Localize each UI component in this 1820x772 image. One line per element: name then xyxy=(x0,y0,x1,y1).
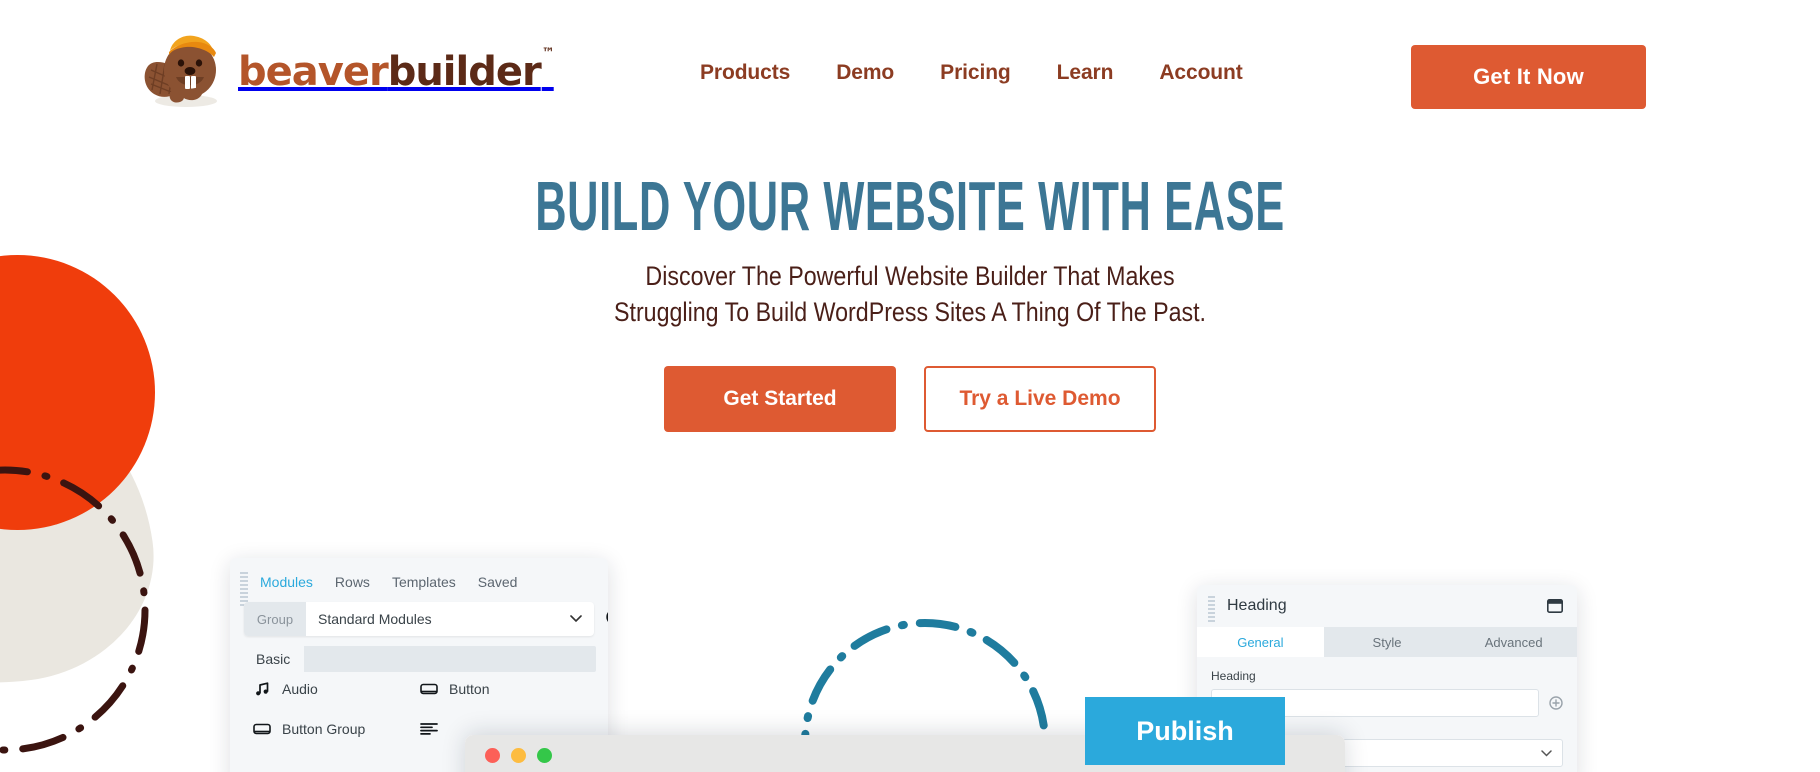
main-navigation: Products Demo Pricing Learn Account xyxy=(700,58,1243,88)
hero-subtitle: Discover The Powerful Website Builder Th… xyxy=(127,258,1692,331)
plus-circle-icon[interactable] xyxy=(1549,696,1563,710)
chevron-down-icon xyxy=(1541,749,1552,757)
section-label-basic[interactable]: Basic xyxy=(242,646,305,672)
traffic-light-minimize-icon[interactable] xyxy=(511,747,526,763)
tab-rows[interactable]: Rows xyxy=(335,574,392,590)
traffic-light-close-icon[interactable] xyxy=(485,747,500,763)
traffic-light-maximize-icon[interactable] xyxy=(537,747,552,763)
text-lines-icon xyxy=(419,720,439,738)
decorative-dashed-circle-brown xyxy=(0,466,149,754)
trademark-symbol: ™ xyxy=(541,45,555,61)
brand-logo[interactable]: beaverbuilder™ xyxy=(140,30,555,110)
chevron-down-icon[interactable] xyxy=(570,612,594,626)
tab-style[interactable]: Style xyxy=(1324,627,1451,657)
group-filter-row: Group Standard Modules xyxy=(244,602,608,636)
nav-item-learn[interactable]: Learn xyxy=(1057,61,1114,85)
tab-templates[interactable]: Templates xyxy=(392,574,478,590)
search-icon[interactable] xyxy=(604,607,608,631)
hero-subtitle-line-2: Struggling To Build WordPress Sites A Th… xyxy=(613,296,1207,327)
tab-modules[interactable]: Modules xyxy=(260,574,335,590)
module-item-audio[interactable]: Audio xyxy=(252,680,419,698)
module-item-button[interactable]: Button xyxy=(419,680,586,698)
tab-advanced[interactable]: Advanced xyxy=(1450,627,1577,657)
get-started-button[interactable]: Get Started xyxy=(664,366,896,433)
site-header: beaverbuilder™ Products Demo Pricing Lea… xyxy=(0,0,1820,140)
page-title: BUILD YOUR WEBSITE WITH EASE xyxy=(535,167,1285,245)
heading-panel-title: Heading xyxy=(1227,597,1287,614)
brand-word-beaver: beaver xyxy=(238,49,389,95)
heading-field-label: Heading xyxy=(1211,669,1256,683)
brand-word-builder: builder xyxy=(387,49,542,95)
module-item-label: Button Group xyxy=(282,721,366,737)
nav-item-products[interactable]: Products xyxy=(700,61,790,85)
window-icon[interactable] xyxy=(1547,599,1563,613)
hero-section: BUILD YOUR WEBSITE WITH EASE Discover Th… xyxy=(0,167,1820,433)
heading-panel-header: Heading xyxy=(1197,585,1577,627)
module-item-button-group[interactable]: Button Group xyxy=(252,720,419,738)
hero-cta-group: Get Started Try a Live Demo xyxy=(0,366,1820,433)
hero-subtitle-line-1: Discover The Powerful Website Builder Th… xyxy=(645,260,1175,291)
module-item-label: Audio xyxy=(282,681,318,697)
publish-button[interactable]: Publish xyxy=(1085,697,1285,765)
try-live-demo-button[interactable]: Try a Live Demo xyxy=(924,366,1156,433)
modules-list: Audio Button Button Group xyxy=(230,680,608,738)
beaver-mascot-icon xyxy=(144,35,217,107)
module-item-label: Button xyxy=(449,681,490,697)
brand-wordmark: beaverbuilder™ xyxy=(238,47,555,95)
drag-handle-icon[interactable] xyxy=(240,572,248,606)
tab-saved[interactable]: Saved xyxy=(478,574,540,590)
group-select-value[interactable]: Standard Modules xyxy=(306,611,570,627)
modules-panel-tabs: Modules Rows Templates Saved xyxy=(230,558,608,602)
get-it-now-button[interactable]: Get It Now xyxy=(1411,45,1646,109)
tab-general[interactable]: General xyxy=(1197,627,1324,657)
nav-item-account[interactable]: Account xyxy=(1159,61,1242,85)
nav-item-demo[interactable]: Demo xyxy=(836,61,894,85)
button-group-icon xyxy=(252,720,272,738)
nav-item-pricing[interactable]: Pricing xyxy=(940,61,1011,85)
module-section-header: Basic xyxy=(242,646,596,672)
music-note-icon xyxy=(252,680,272,698)
heading-panel-tabs: General Style Advanced xyxy=(1197,627,1577,657)
button-rectangle-icon xyxy=(419,680,439,698)
group-label: Group xyxy=(244,602,306,636)
drag-handle-icon[interactable] xyxy=(1208,596,1215,622)
page-root: beaverbuilder™ Products Demo Pricing Lea… xyxy=(0,0,1820,772)
